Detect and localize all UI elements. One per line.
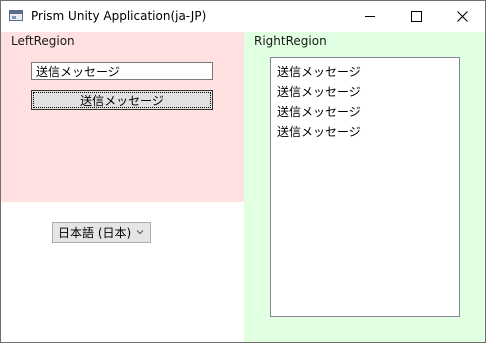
close-icon — [456, 10, 468, 22]
send-message-button[interactable]: 送信メッセージ — [31, 90, 213, 110]
minimize-button[interactable] — [347, 1, 393, 31]
language-select[interactable]: 日本語 (日本) — [52, 222, 151, 243]
app-window: Prism Unity Application(ja-JP) LeftRegio… — [0, 0, 486, 343]
chevron-down-icon — [136, 230, 144, 235]
title-bar[interactable]: Prism Unity Application(ja-JP) — [1, 1, 485, 31]
app-window-icon — [9, 10, 23, 21]
maximize-button[interactable] — [393, 1, 439, 31]
window-title: Prism Unity Application(ja-JP) — [31, 9, 207, 23]
right-region: RightRegion 送信メッセージ 送信メッセージ 送信メッセージ 送信メッ… — [244, 32, 485, 342]
close-button[interactable] — [439, 1, 485, 31]
minimize-icon — [365, 15, 375, 17]
list-item[interactable]: 送信メッセージ — [271, 62, 459, 82]
left-region: LeftRegion 送信メッセージ — [1, 32, 244, 202]
maximize-icon — [410, 10, 422, 22]
message-input[interactable] — [31, 62, 213, 80]
list-item[interactable]: 送信メッセージ — [271, 82, 459, 102]
left-region-label: LeftRegion — [11, 34, 75, 48]
list-item[interactable]: 送信メッセージ — [271, 102, 459, 122]
right-region-label: RightRegion — [254, 34, 327, 48]
list-item[interactable]: 送信メッセージ — [271, 122, 459, 142]
message-list[interactable]: 送信メッセージ 送信メッセージ 送信メッセージ 送信メッセージ — [270, 57, 460, 317]
language-select-value: 日本語 (日本) — [58, 226, 132, 240]
